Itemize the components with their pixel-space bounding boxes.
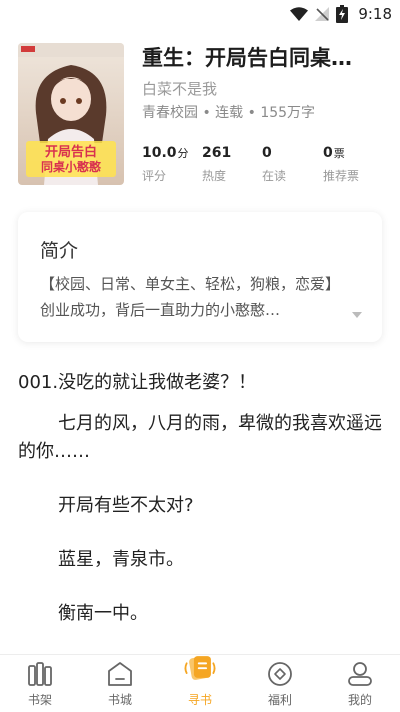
intro-heading: 简介: [40, 240, 79, 262]
nav-label: 书城: [107, 693, 132, 707]
stat-label: 评分: [142, 169, 167, 183]
stat-votes: 0票 推荐票: [323, 145, 359, 184]
nav-item-rewards[interactable]: 福利: [240, 655, 320, 712]
nav-label: 我的: [347, 693, 372, 707]
stat-value: 0: [323, 145, 333, 161]
profile-icon: [348, 662, 372, 686]
chapter-body: 七月的风，八月的雨，卑微的我喜欢遥远的你…… 开局有些不太对? 蓝星，青泉市。 …: [18, 410, 382, 654]
book-stats: 10.0分 评分 261 热度 0 在读 0票 推荐票: [142, 145, 382, 187]
nav-label: 书架: [27, 693, 52, 707]
book-title: 重生：开局告白同桌…: [142, 46, 352, 70]
chapter-title: 001.没吃的就让我做老婆？！: [18, 372, 257, 393]
nav-label: 福利: [267, 693, 292, 707]
stat-value: 0: [262, 145, 272, 161]
expand-arrow-icon[interactable]: [352, 312, 362, 318]
stat-label: 推荐票: [323, 169, 360, 183]
svg-text:开局告白: 开局告白: [45, 144, 97, 160]
intro-card[interactable]: 简介 【校园、日常、单女主、轻松，狗粮，恋爱】创业成功，背后一直助力的小憨憨…: [18, 212, 382, 342]
stat-unit: 票: [333, 147, 345, 160]
battery-charging-icon: [336, 5, 349, 23]
status-icons: 9:18: [290, 4, 392, 24]
stat-value: 261: [202, 145, 232, 161]
stat-unit: 分: [177, 147, 189, 160]
stat-reading: 0 在读: [262, 145, 286, 184]
chapter-paragraph: 衡南一中。: [58, 603, 148, 624]
bookshelf-icon: [28, 662, 52, 686]
chapter-paragraph: 蓝星，青泉市。: [58, 549, 184, 570]
stat-label: 在读: [262, 169, 287, 183]
book-author[interactable]: 白菜不是我: [142, 78, 217, 99]
stat-rating: 10.0分 评分: [142, 145, 189, 184]
wifi-icon: [290, 7, 309, 21]
book-cover[interactable]: 开局告白 同桌小憨憨: [18, 43, 124, 185]
book-header: 开局告白 同桌小憨憨 重生：开局告白同桌… 白菜不是我 青春校园 • 连载 • …: [18, 40, 382, 190]
bottom-nav: 书架 书城 寻书 福利 我的: [0, 654, 400, 712]
nav-item-profile[interactable]: 我的: [320, 655, 400, 712]
nav-item-bookshelf[interactable]: 书架: [0, 655, 80, 712]
svg-text:同桌小憨憨: 同桌小憨憨: [41, 159, 102, 174]
intro-text: 【校园、日常、单女主、轻松，狗粮，恋爱】创业成功，背后一直助力的小憨憨…: [40, 275, 341, 319]
status-time: 9:18: [358, 5, 392, 23]
status-bar: 9:18: [0, 0, 400, 28]
book-meta: 青春校园 • 连载 • 155万字: [142, 105, 316, 121]
chapter-paragraph: 开局有些不太对?: [58, 495, 194, 516]
stat-label: 热度: [202, 169, 227, 183]
nav-item-find-book[interactable]: 寻书: [160, 655, 240, 712]
stat-value: 10.0: [142, 145, 177, 161]
bookstore-icon: [108, 662, 132, 686]
rewards-icon: [268, 662, 292, 686]
no-signal-icon: [315, 7, 330, 21]
stat-heat: 261 热度: [202, 145, 231, 184]
find-book-icon: [184, 656, 216, 680]
chapter-paragraph: 七月的风，八月的雨，卑微的我喜欢遥远的你……: [18, 413, 382, 462]
nav-item-bookstore[interactable]: 书城: [80, 655, 160, 712]
nav-label: 寻书: [187, 693, 212, 707]
